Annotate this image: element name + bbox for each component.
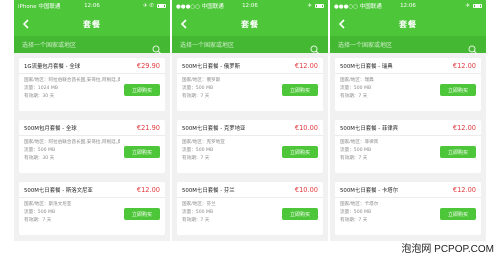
buy-now-button[interactable]: 立即购买 [440,146,476,158]
plan-data: 流量：500 MB [24,147,56,153]
plan-region: 国家/地区：瑞典 [340,78,374,83]
plan-name: 500M七日套餐 - 卡塔尔 [340,187,399,194]
search-icon[interactable] [310,40,320,54]
plan-validity: 有效期：7 天 [340,217,368,223]
battery-icon [473,4,482,8]
plan-validity: 有效期：7 天 [24,217,52,223]
back-arrow-icon[interactable] [336,18,348,30]
plan-price: €12.00 [452,185,476,194]
page-title: 套餐 [83,19,101,29]
plan-region: 国家/地区：菲律宾 [340,140,379,145]
search-input[interactable]: 选择一个国家或地区 [172,36,328,54]
plan-data: 流量：500 MB [24,209,56,215]
plan-data: 流量：500 MB [340,147,372,153]
plan-card: 500M七日套餐 - 俄罗斯 €12.00 国家/地区：俄罗斯 流量：500 MB… [177,58,323,111]
plan-price: €21.90 [136,123,160,132]
back-arrow-icon[interactable] [20,18,32,30]
plan-price: €29.90 [136,61,160,70]
plan-price: €10.00 [294,185,318,194]
search-input[interactable]: 选择一个国家或地区 [330,36,486,54]
plan-card: 500M七日套餐 - 芬兰 €10.00 国家/地区：芬兰 流量：500 MB 有… [177,182,323,235]
plan-name: 500M七日套餐 - 芬兰 [182,187,235,194]
plan-validity: 有效期：7 天 [340,93,368,99]
plan-price: €12.00 [452,61,476,70]
clock: 12:06 [400,3,416,9]
search-placeholder: 选择一个国家或地区 [338,42,393,49]
plan-card: 500M七日套餐 - 克罗地亚 €10.00 国家/地区：克罗地亚 流量：500 … [177,120,323,173]
plan-name: 500M七日套餐 - 瑞典 [340,63,393,70]
plan-name: 500M七日套餐 - 菲律宾 [340,125,399,132]
buy-now-button[interactable]: 立即购买 [124,208,160,220]
plan-validity: 有效期：30 天 [24,93,55,99]
plan-validity: 有效期：7 天 [182,217,210,223]
plan-card: 500M七日套餐 - 菲律宾 €12.00 国家/地区：菲律宾 流量：500 MB… [335,120,481,173]
status-bar: ●●●○○ 中国联通 12:06 ✈ [172,0,328,12]
page-title: 套餐 [399,19,417,29]
plan-region: 国家/地区：克罗地亚 [182,140,225,145]
plan-data: 流量：500 MB [182,85,214,91]
buy-now-button[interactable]: 立即购买 [282,208,318,220]
buy-now-button[interactable]: 立即购买 [124,84,160,96]
plan-name: 1G流量包月套餐 - 全球 [24,63,81,70]
search-input[interactable]: 选择一个国家或地区 [14,36,170,54]
plan-card: 500M七日套餐 - 瑞典 €12.00 国家/地区：瑞典 流量：500 MB 有… [335,58,481,111]
plan-price: €12.00 [136,185,160,194]
plan-data: 流量：500 MB [340,209,372,215]
plan-validity: 有效期：7 天 [182,93,210,99]
plan-name: 500M七日套餐 - 克罗地亚 [182,125,246,132]
status-bar: ●●●○○ 中国联通 12:06 ✈ [330,0,486,12]
plan-validity: 有效期：7 天 [340,155,368,161]
search-placeholder: 选择一个国家或地区 [180,42,235,49]
buy-now-button[interactable]: 立即购买 [440,208,476,220]
page-title: 套餐 [241,19,259,29]
plan-validity: 有效期：30 天 [24,155,55,161]
plan-region: 国家/地区：阿拉伯联合酋长国,安哥拉,阿根廷,奥地利 [24,78,120,83]
watermark: 泡泡网 PCPOP.COM [401,244,494,255]
plan-card: 500M包月套餐 - 全球 €21.90 国家/地区：阿拉伯联合酋长国,安哥拉,阿… [19,120,165,173]
nav-bar: 套餐 [14,12,170,36]
phone-screen-1: iPhone 中国联通 12:06 ✈ ✆ 套餐 选择一个国家或地区 1G流量包… [14,0,170,241]
plan-name: 500M包月套餐 - 全球 [24,125,77,132]
plan-name: 500M七日套餐 - 斯洛文尼亚 [24,187,93,194]
plan-card: 500M七日套餐 - 斯洛文尼亚 €12.00 国家/地区：斯洛文尼亚 流量：50… [19,182,165,235]
plan-card: 1G流量包月套餐 - 全球 €29.90 国家/地区：阿拉伯联合酋长国,安哥拉,阿… [19,58,165,111]
buy-now-button[interactable]: 立即购买 [282,84,318,96]
clock: 12:06 [242,3,258,9]
plan-validity: 有效期：7 天 [182,155,210,161]
phone-screen-2: ●●●○○ 中国联通 12:06 ✈ 套餐 选择一个国家或地区 500M七日套餐… [172,0,328,241]
plan-region: 国家/地区：阿拉伯联合酋长国,安哥拉,阿根廷,奥地利 [24,140,120,145]
plan-data: 流量：500 MB [182,147,214,153]
status-bar: iPhone 中国联通 12:06 ✈ ✆ [14,0,170,12]
phone-screen-3: ●●●○○ 中国联通 12:06 ✈ 套餐 选择一个国家或地区 500M七日套餐… [330,0,486,241]
plan-data: 流量：1024 MB [24,85,59,91]
plan-data: 流量：500 MB [340,85,372,91]
search-icon[interactable] [468,40,478,54]
plan-price: €12.00 [452,123,476,132]
search-placeholder: 选择一个国家或地区 [22,42,77,49]
battery-icon [315,4,324,8]
plan-name: 500M七日套餐 - 俄罗斯 [182,63,241,70]
battery-icon [157,4,166,8]
buy-now-button[interactable]: 立即购买 [440,84,476,96]
plan-region: 国家/地区：芬兰 [182,202,216,207]
nav-bar: 套餐 [172,12,328,36]
buy-now-button[interactable]: 立即购买 [282,146,318,158]
plan-region: 国家/地区：斯洛文尼亚 [24,202,72,207]
clock: 12:06 [84,3,100,9]
plan-price: €12.00 [294,61,318,70]
buy-now-button[interactable]: 立即购买 [124,146,160,158]
plan-region: 国家/地区：卡塔尔 [340,202,379,207]
plan-region: 国家/地区：俄罗斯 [182,78,221,83]
plan-card: 500M七日套餐 - 卡塔尔 €12.00 国家/地区：卡塔尔 流量：500 MB… [335,182,481,235]
plan-data: 流量：500 MB [182,209,214,215]
nav-bar: 套餐 [330,12,486,36]
back-arrow-icon[interactable] [178,18,190,30]
plan-price: €10.00 [294,123,318,132]
search-icon[interactable] [152,40,162,54]
